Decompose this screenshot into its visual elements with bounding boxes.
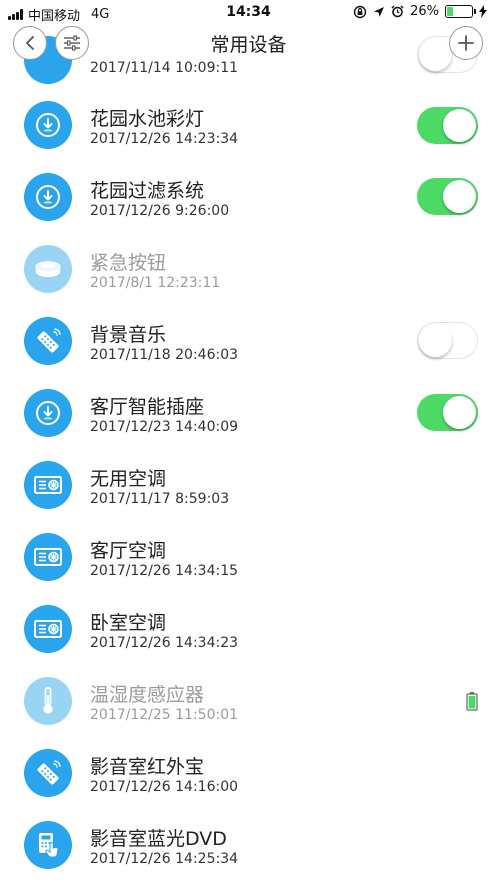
page-title: 常用设备	[210, 34, 287, 56]
device-row[interactable]: 紧急按钮 2017/8/1 12:23:11	[0, 244, 497, 316]
device-row[interactable]: 无用空调 2017/11/17 8:59:03	[0, 460, 497, 532]
device-toggle[interactable]	[417, 322, 478, 359]
device-row[interactable]: 影音室蓝光DVD 2017/12/26 14:25:34	[0, 820, 497, 883]
device-row[interactable]: 花园水池彩灯 2017/12/26 14:23:34	[0, 100, 497, 172]
socket-icon	[24, 173, 72, 221]
nav-bar: 常用设备	[0, 26, 497, 66]
thermometer-icon	[24, 677, 72, 725]
device-row[interactable]: 客厅智能插座 2017/12/23 14:40:09	[0, 388, 497, 460]
device-name: 卧室空调	[90, 612, 167, 634]
location-arrow-icon	[374, 6, 385, 17]
orientation-lock-icon	[353, 5, 367, 18]
device-time: 2017/12/26 9:26:00	[90, 203, 230, 219]
air-conditioner-icon	[24, 605, 72, 653]
device-time: 2017/12/25 11:50:01	[90, 707, 239, 723]
device-toggle[interactable]	[417, 178, 478, 215]
alarm-icon	[391, 5, 404, 18]
device-row[interactable]: 卧室空调 2017/12/26 14:34:23	[0, 604, 497, 676]
charging-bolt-icon	[479, 5, 487, 18]
device-list[interactable]: 2017/11/14 10:09:11 花园水池彩灯 2017/12/26 14…	[0, 0, 497, 883]
emergency-button-icon	[24, 245, 72, 293]
device-name: 花园水池彩灯	[90, 108, 205, 130]
battery-percent: 26%	[410, 4, 439, 19]
device-name: 背景音乐	[90, 324, 167, 346]
device-name: 客厅智能插座	[90, 396, 205, 418]
socket-icon	[24, 101, 72, 149]
device-name: 无用空调	[90, 468, 167, 490]
device-row[interactable]: 花园过滤系统 2017/12/26 9:26:00	[0, 172, 497, 244]
air-conditioner-icon	[24, 533, 72, 581]
device-time: 2017/12/26 14:34:15	[90, 563, 239, 579]
remote-control-icon	[24, 317, 72, 365]
device-time: 2017/12/26 14:23:34	[90, 131, 239, 147]
device-row[interactable]: 温湿度感应器 2017/12/25 11:50:01	[0, 676, 497, 748]
device-row[interactable]: 客厅空调 2017/12/26 14:34:15	[0, 532, 497, 604]
status-bar: 中国移动 4G 14:34 26%	[0, 0, 497, 26]
device-row[interactable]: 影音室红外宝 2017/12/26 14:16:00	[0, 748, 497, 820]
plus-icon	[458, 35, 474, 51]
device-name: 影音室红外宝	[90, 756, 205, 778]
add-device-button[interactable]	[449, 26, 483, 60]
device-time: 2017/12/26 14:34:23	[90, 635, 239, 651]
device-time: 2017/8/1 12:23:11	[90, 275, 221, 291]
device-name: 客厅空调	[90, 540, 167, 562]
device-time: 2017/12/26 14:16:00	[90, 779, 239, 795]
device-row[interactable]: 背景音乐 2017/11/18 20:46:03	[0, 316, 497, 388]
device-name: 紧急按钮	[90, 252, 167, 274]
dvd-remote-icon	[24, 821, 72, 869]
device-toggle[interactable]	[417, 107, 478, 144]
device-toggle[interactable]	[417, 394, 478, 431]
battery-icon	[445, 5, 476, 18]
air-conditioner-icon	[24, 461, 72, 509]
device-time: 2017/11/17 8:59:03	[90, 491, 230, 507]
device-name: 影音室蓝光DVD	[90, 828, 227, 850]
device-time: 2017/11/18 20:46:03	[90, 347, 239, 363]
device-name: 花园过滤系统	[90, 180, 205, 202]
device-name: 温湿度感应器	[90, 684, 205, 706]
remote-control-icon	[24, 749, 72, 797]
socket-icon	[24, 389, 72, 437]
battery-full-icon	[466, 692, 478, 711]
device-time: 2017/12/26 14:25:34	[90, 851, 239, 867]
device-time: 2017/12/23 14:40:09	[90, 419, 239, 435]
